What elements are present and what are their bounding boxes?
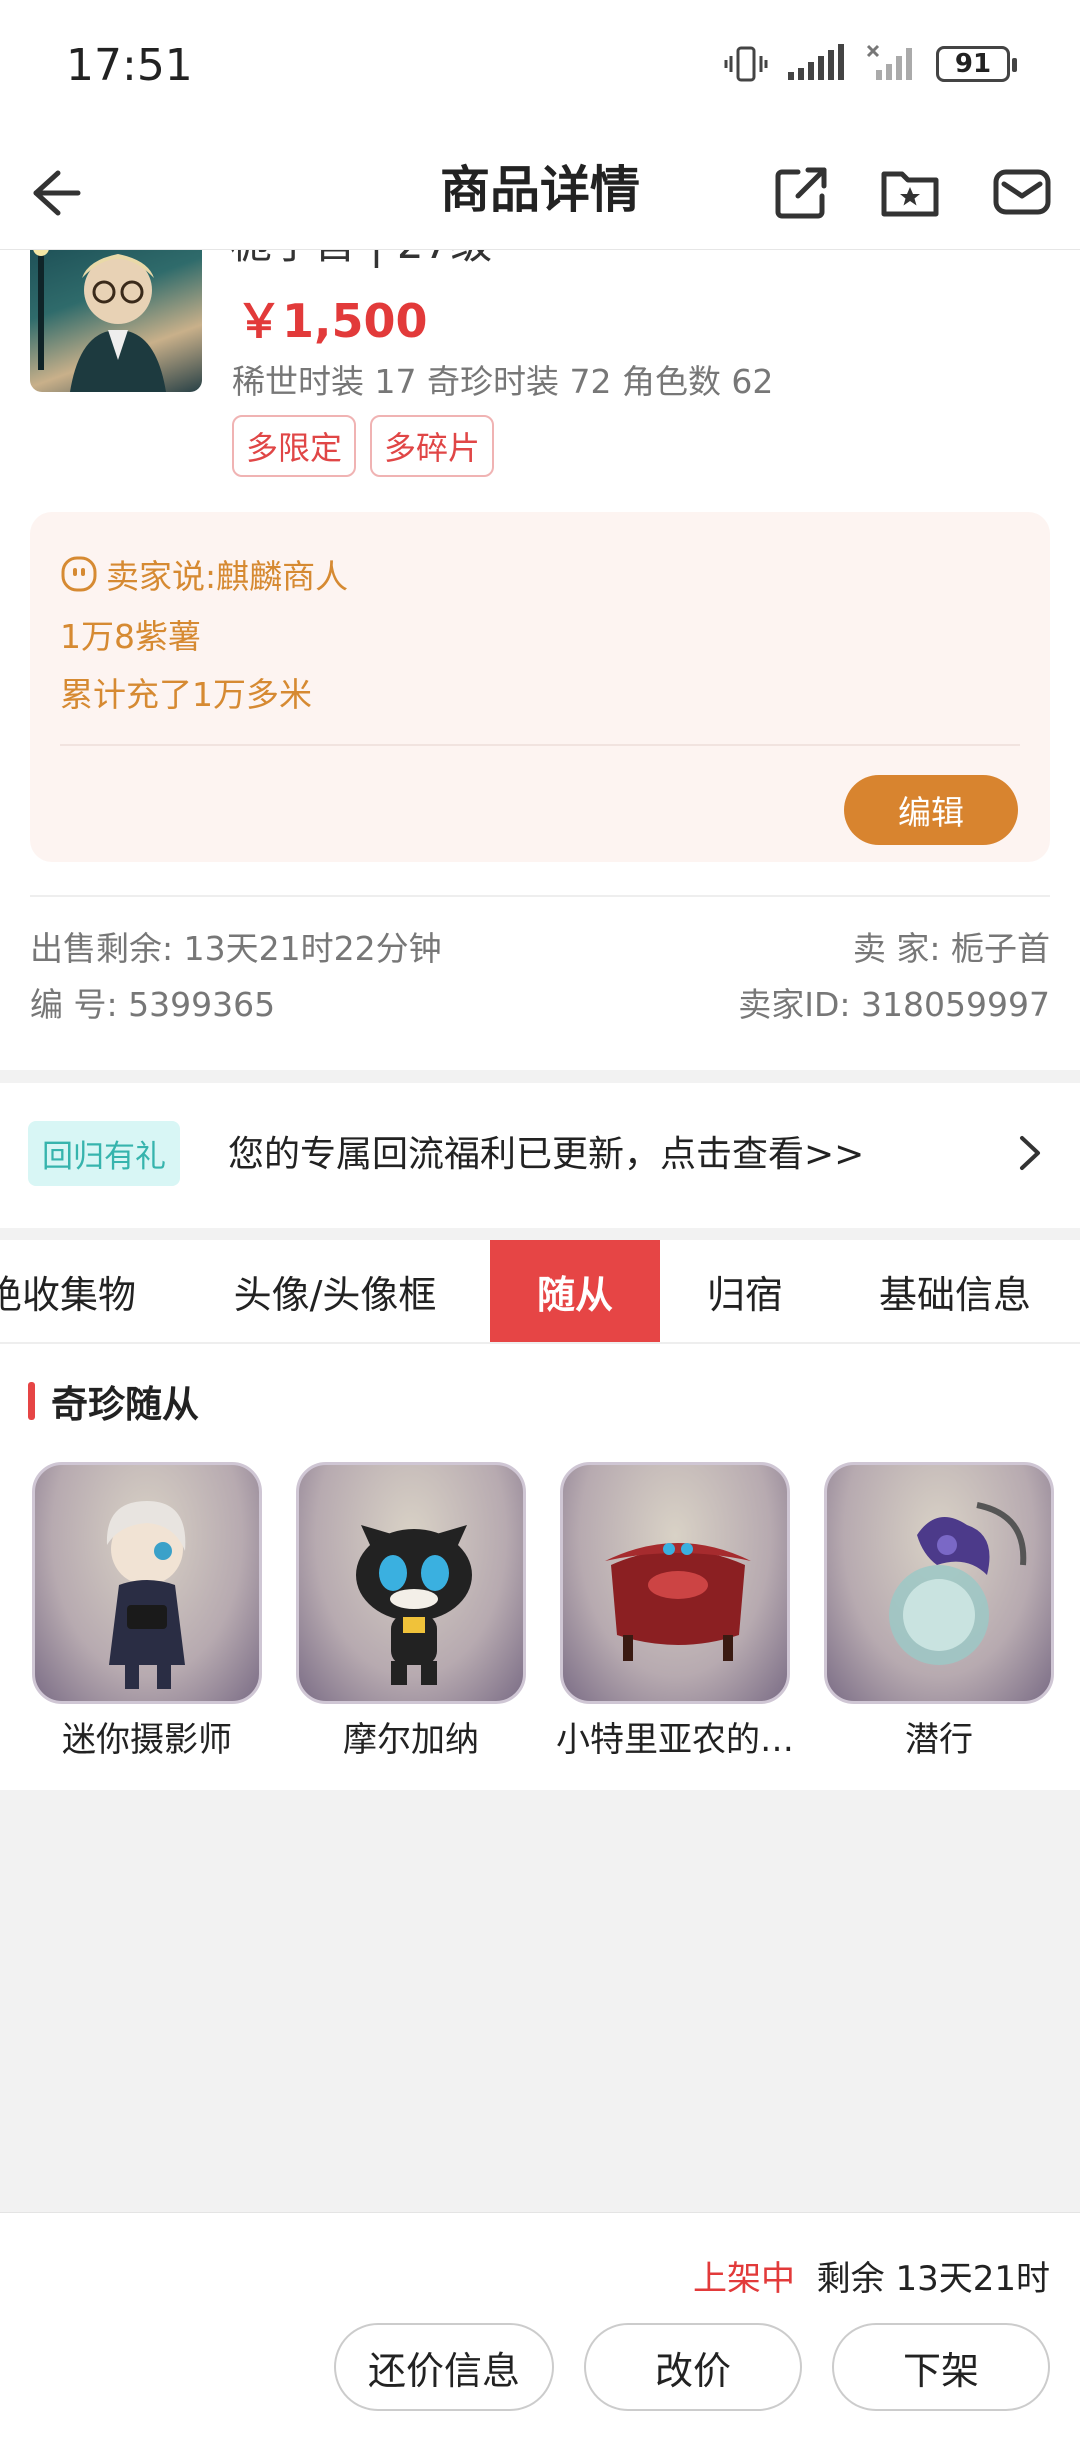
divider <box>60 744 1020 746</box>
sale-remaining: 出售剩余: 13天21时22分钟 <box>30 922 442 970</box>
sale-remaining-label: 出售剩余: <box>30 929 174 968</box>
delist-button[interactable]: 下架 <box>832 2323 1050 2411</box>
smiley-icon <box>61 556 97 592</box>
product-stats: 稀世时装 17 奇珍时装 72 角色数 62 <box>232 362 774 401</box>
product-cover-image[interactable] <box>30 250 202 392</box>
share-icon[interactable] <box>770 160 834 224</box>
seller-name-partial: 栀子首 | 27级 <box>230 250 1050 268</box>
companion-name: 摩尔加纳 <box>343 1720 479 1760</box>
seller-label: 卖 家: <box>852 929 941 968</box>
change-price-button[interactable]: 改价 <box>584 2323 802 2411</box>
seller-note-line: 累计充了1万多米 <box>60 675 312 714</box>
jewelry-box-icon <box>605 1543 751 1661</box>
tab-avatar-frame[interactable]: 头像/头像框 <box>200 1240 470 1342</box>
return-reward-text: 您的专属回流福利已更新，点击查看>> <box>228 1134 865 1175</box>
tab-basic-info[interactable]: 基础信息 <box>850 1240 1060 1342</box>
section-title: 奇珍随从 <box>28 1374 199 1428</box>
character-portrait-icon <box>33 250 166 392</box>
seller-note-box: 卖家说:麒麟商人 1万8紫薯 累计充了1万多米 编辑 <box>30 512 1050 862</box>
seller-id: 卖家ID: 318059997 <box>738 978 1050 1026</box>
tab-collectibles[interactable]: 绝收集物 <box>0 1240 160 1342</box>
product-price: ￥1,500 <box>236 294 428 348</box>
seller-id-label: 卖家ID: <box>738 985 851 1024</box>
tab-residence[interactable]: 归宿 <box>680 1240 810 1342</box>
companion-item[interactable]: 小特里亚农的… <box>556 1462 794 1761</box>
seller-id-value: 318059997 <box>861 985 1050 1024</box>
message-icon[interactable] <box>990 160 1054 224</box>
companion-name: 潜行 <box>905 1720 973 1760</box>
tab-companions[interactable]: 随从 <box>490 1240 660 1342</box>
companion-item[interactable]: 潜行 <box>824 1462 1054 1761</box>
stealth-orb-icon <box>889 1502 1027 1665</box>
divider <box>30 895 1050 897</box>
seller-value: 栀子首 <box>951 929 1050 968</box>
chevron-right-icon <box>1020 1136 1040 1170</box>
signal-icon <box>788 44 844 80</box>
product-tags: 多限定 多碎片 <box>232 415 495 477</box>
counter-offer-button[interactable]: 还价信息 <box>334 2323 554 2411</box>
seller-info: 卖 家: 栀子首 <box>853 922 1050 970</box>
return-reward-banner[interactable]: 回归有礼 您的专属回流福利已更新，点击查看>> <box>0 1083 1080 1228</box>
seller-says: 卖家说:麒麟商人 <box>60 550 348 598</box>
status-time: 17:51 <box>66 40 193 91</box>
return-reward-badge: 回归有礼 <box>28 1121 180 1186</box>
tag-limited: 多限定 <box>232 415 357 477</box>
product-card: 栀子首 | 27级 ￥1,500 稀世时装 17 奇珍时装 72 角色数 62 … <box>0 250 1080 1070</box>
listing-remaining: 剩余 13天21时 <box>816 2259 1050 2299</box>
favorite-folder-icon[interactable] <box>878 160 942 224</box>
top-nav-bar: 商品详情 <box>0 135 1080 250</box>
battery-icon: 91 <box>936 46 1017 82</box>
sale-remaining-value: 13天21时22分钟 <box>183 929 442 968</box>
companion-item[interactable]: 迷你摄影师 <box>32 1462 262 1761</box>
companion-name: 小特里亚农的… <box>556 1720 794 1760</box>
tag-fragments: 多碎片 <box>370 415 495 477</box>
companion-name: 迷你摄影师 <box>62 1720 232 1760</box>
battery-level: 91 <box>954 49 992 79</box>
mini-photographer-icon <box>106 1501 186 1689</box>
item-number: 编 号: 5399365 <box>30 978 275 1026</box>
section-accent-bar <box>28 1382 35 1420</box>
companion-image <box>32 1462 262 1704</box>
vibrate-icon <box>724 46 768 82</box>
product-detail-page: 17:51 91 商品详情 ￥1,500 稀世时装 17 奇珍时装 72 角色数… <box>0 0 1080 2438</box>
item-number-value: 5399365 <box>128 985 276 1024</box>
bottom-action-bar: 上架中 剩余 13天21时 还价信息 改价 下架 <box>0 2212 1080 2438</box>
companions-section: 奇珍随从 迷你摄影师 摩尔加纳 小特里亚农的… 潜行 <box>0 1344 1080 1790</box>
seller-note-line: 1万8紫薯 <box>60 617 201 656</box>
seller-says-text: 卖家说:麒麟商人 <box>106 557 349 596</box>
edit-button[interactable]: 编辑 <box>844 775 1018 845</box>
detail-tabs: 绝收集物 头像/头像框 随从 归宿 基础信息 <box>0 1240 1080 1344</box>
morgana-cat-icon <box>356 1525 472 1685</box>
listing-status: 上架中 <box>693 2259 795 2299</box>
companion-image <box>560 1462 790 1704</box>
companion-image <box>824 1462 1054 1704</box>
status-icons: 91 <box>724 44 1017 84</box>
signal-nosim-icon <box>866 44 912 80</box>
companion-item[interactable]: 摩尔加纳 <box>296 1462 526 1761</box>
section-title-text: 奇珍随从 <box>51 1383 199 1426</box>
companion-image <box>296 1462 526 1704</box>
item-number-label: 编 号: <box>30 985 118 1024</box>
status-bar: 17:51 91 <box>0 0 1080 135</box>
